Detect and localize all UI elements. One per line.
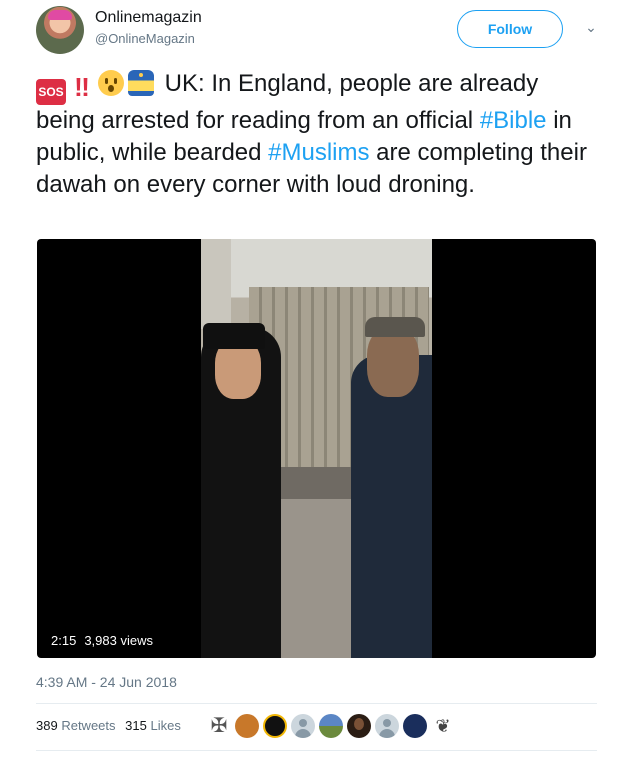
divider	[36, 750, 597, 751]
tweet-stats: 389 Retweets 315 Likes	[36, 716, 187, 736]
divider	[36, 703, 597, 704]
default-avatar[interactable]	[375, 714, 399, 738]
hashtag-link[interactable]: #Muslims	[268, 139, 369, 166]
liker-avatar[interactable]	[319, 714, 343, 738]
follow-button[interactable]: Follow	[457, 10, 563, 48]
tweet-timestamp[interactable]: 4:39 AM - 24 Jun 2018	[36, 672, 177, 692]
thumbnail-officer-cap	[203, 323, 265, 349]
retweets-stat[interactable]: 389 Retweets	[36, 718, 116, 733]
likes-count: 315	[125, 718, 147, 733]
liker-avatar[interactable]	[263, 714, 287, 738]
author-handle[interactable]: @OnlineMagazin	[95, 30, 202, 48]
police-officer-icon	[128, 70, 154, 96]
tweet-header: Onlinemagazin @OnlineMagazin Follow ⌄	[36, 6, 604, 54]
tweet-text: SOS ‼ UK: In England, people are already …	[36, 68, 596, 201]
hashtag-link[interactable]: #Bible	[480, 107, 547, 134]
thumbnail-pillar	[201, 239, 231, 329]
likes-stat[interactable]: 315 Likes	[125, 718, 181, 733]
thumbnail-man	[351, 355, 432, 658]
thumbnail-man-head	[367, 327, 419, 397]
retweets-label: Retweets	[61, 718, 116, 733]
sos-icon: SOS	[36, 79, 66, 105]
default-avatar[interactable]	[291, 714, 315, 738]
author-names: Onlinemagazin @OnlineMagazin	[95, 8, 202, 48]
likers-list	[207, 714, 455, 738]
retweets-count: 389	[36, 718, 58, 733]
author-display-name[interactable]: Onlinemagazin	[95, 8, 202, 28]
liker-avatar[interactable]	[431, 714, 455, 738]
video-info-badge: 2:15 3,983 views	[45, 630, 159, 651]
likes-label: Likes	[150, 718, 181, 733]
thumbnail-man-cap	[365, 317, 425, 337]
liker-avatar[interactable]	[235, 714, 259, 738]
author-avatar[interactable]	[36, 6, 84, 54]
video-views: 3,983 views	[84, 633, 153, 648]
liker-avatar[interactable]	[403, 714, 427, 738]
liker-avatar[interactable]	[347, 714, 371, 738]
video-duration: 2:15	[51, 633, 77, 648]
cross-avatar[interactable]	[207, 714, 231, 738]
hushed-face-icon	[98, 70, 124, 96]
chevron-down-icon[interactable]: ⌄	[582, 18, 600, 36]
video-player[interactable]: 2:15 3,983 views	[37, 239, 596, 658]
double-exclamation-icon: ‼	[74, 72, 90, 102]
video-thumbnail[interactable]	[201, 239, 432, 658]
